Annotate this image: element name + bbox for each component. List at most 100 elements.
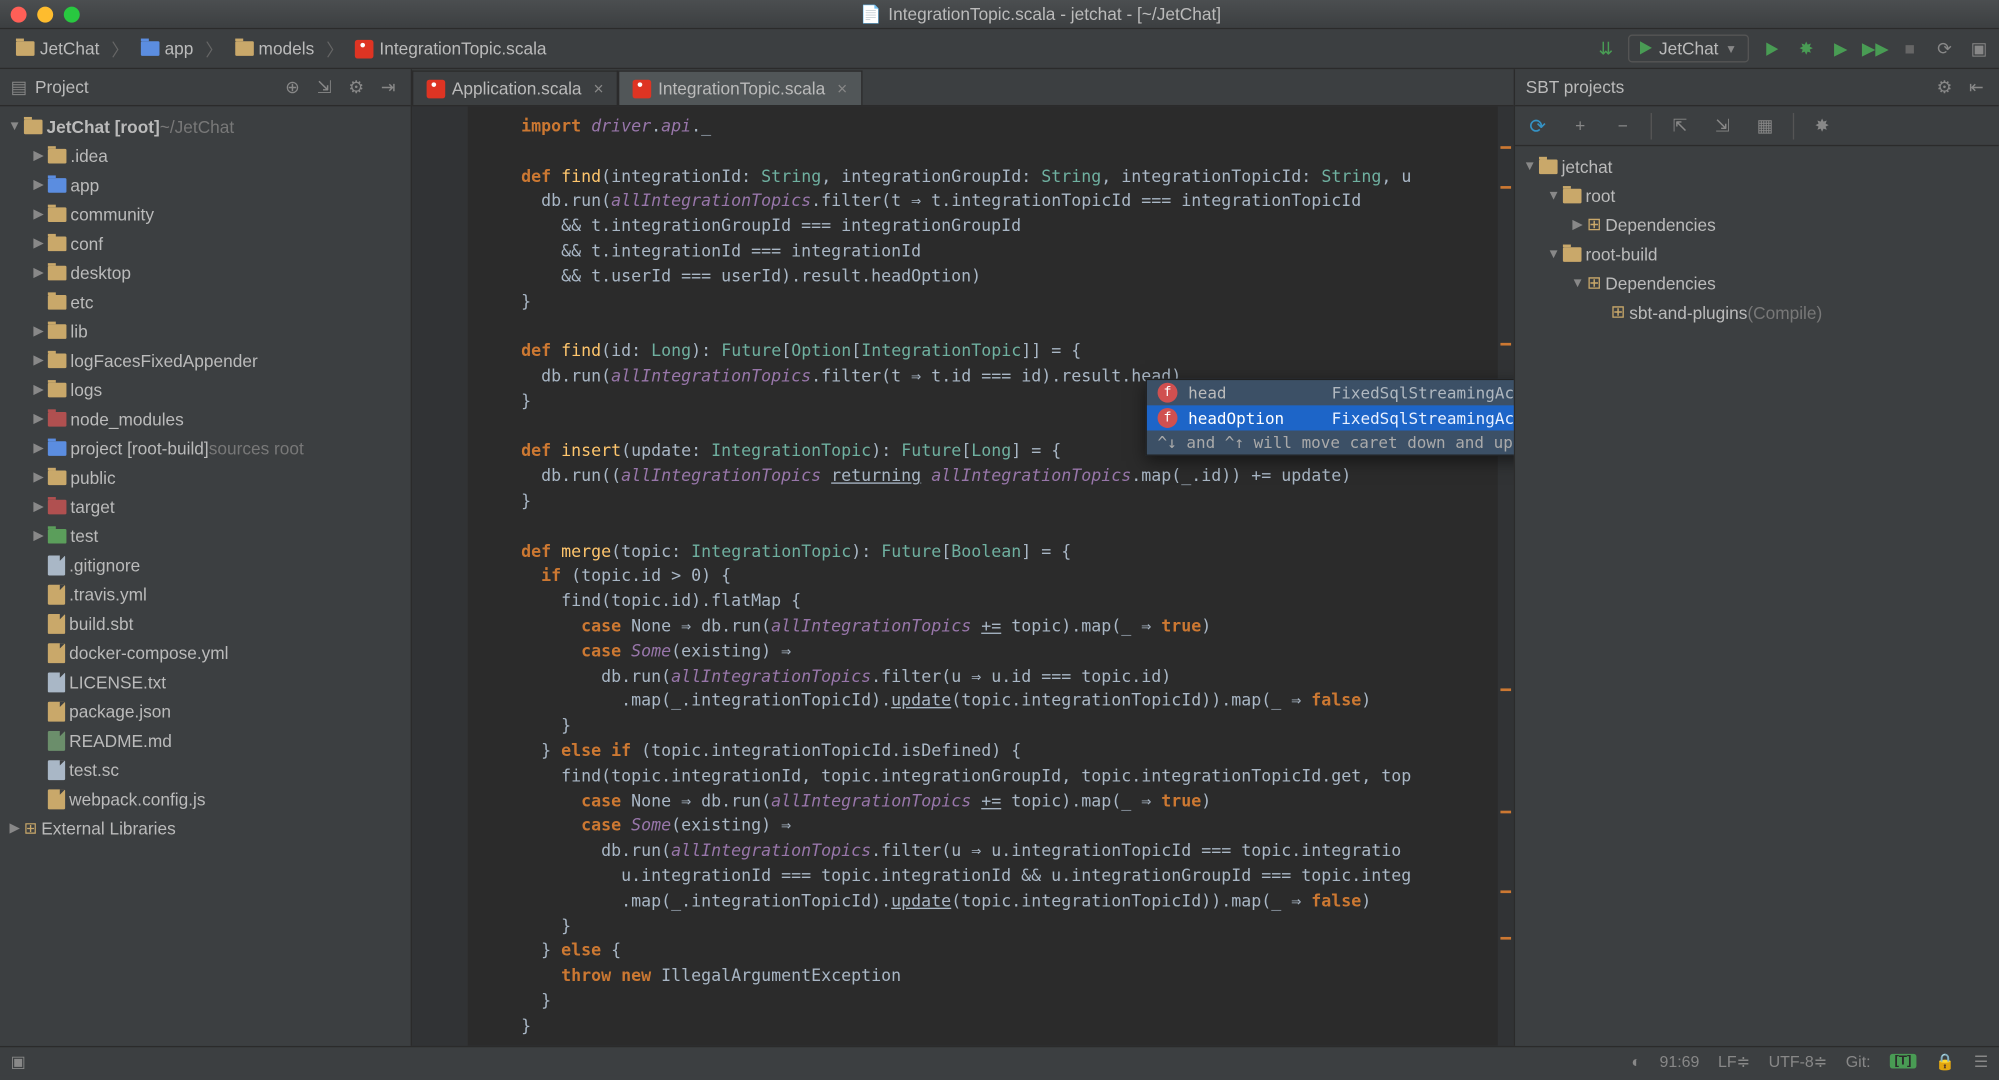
layout-button[interactable]: ▣: [1967, 37, 1991, 61]
code-area[interactable]: import driver.api._ def find(integration…: [412, 106, 1514, 1046]
expander-icon[interactable]: ▶: [29, 470, 48, 485]
hide-icon[interactable]: ⇤: [1964, 75, 1988, 99]
tree-row[interactable]: ▶node_modules: [0, 404, 411, 433]
tree-row[interactable]: ▶target: [0, 492, 411, 521]
expander-icon[interactable]: ▶: [29, 382, 48, 397]
run-config-selector[interactable]: JetChat ▼: [1628, 35, 1749, 63]
zoom-window-icon[interactable]: [64, 6, 80, 22]
tree-row[interactable]: docker-compose.yml: [0, 638, 411, 667]
refresh-icon[interactable]: ⟳: [1523, 111, 1552, 140]
add-icon[interactable]: +: [1566, 111, 1595, 140]
line-separator[interactable]: LF≑: [1718, 1053, 1750, 1072]
tree-row[interactable]: LICENSE.txt: [0, 667, 411, 696]
build-icon[interactable]: ⇊: [1594, 37, 1618, 61]
expander-icon[interactable]: ▼: [1544, 247, 1563, 262]
lock-icon[interactable]: 🔒: [1935, 1053, 1955, 1072]
breadcrumb-segment[interactable]: models: [227, 36, 323, 61]
expander-icon[interactable]: ▼: [5, 119, 24, 134]
expander-icon[interactable]: ▼: [1568, 276, 1587, 291]
editor-tab[interactable]: IntegrationTopic.scala×: [618, 70, 862, 105]
tree-row[interactable]: ▶conf: [0, 229, 411, 258]
tree-row[interactable]: webpack.config.js: [0, 784, 411, 813]
close-tab-icon[interactable]: ×: [837, 78, 847, 98]
settings-icon[interactable]: ✸: [1807, 111, 1836, 140]
tree-row[interactable]: etc: [0, 287, 411, 316]
collapse-icon[interactable]: ⇲: [312, 75, 336, 99]
debug-button[interactable]: ✸: [1794, 37, 1818, 61]
expander-icon[interactable]: ▶: [1568, 217, 1587, 232]
tree-row[interactable]: ▼root: [1515, 181, 1999, 210]
expander-icon[interactable]: ▶: [29, 177, 48, 192]
hide-icon[interactable]: ⇥: [376, 75, 400, 99]
gear-icon[interactable]: ⚙: [1932, 75, 1956, 99]
run-button[interactable]: [1760, 37, 1784, 61]
coverage-button[interactable]: ▶: [1829, 37, 1853, 61]
breadcrumb-segment[interactable]: app: [133, 36, 202, 61]
warning-marker[interactable]: [1500, 937, 1511, 940]
tree-row[interactable]: ▼JetChat [root] ~/JetChat: [0, 112, 411, 141]
gear-icon[interactable]: ⚙: [344, 75, 368, 99]
minimize-window-icon[interactable]: [37, 6, 53, 22]
tree-row[interactable]: ▼root-build: [1515, 239, 1999, 268]
tree-row[interactable]: .gitignore: [0, 550, 411, 579]
tree-row[interactable]: ▶desktop: [0, 258, 411, 287]
expander-icon[interactable]: ▶: [29, 324, 48, 339]
collapse-all-icon[interactable]: ⇲: [1708, 111, 1737, 140]
expander-icon[interactable]: ▶: [29, 148, 48, 163]
expander-icon[interactable]: ▶: [29, 236, 48, 251]
tree-row[interactable]: ▶project [root-build] sources root: [0, 433, 411, 462]
remove-icon[interactable]: −: [1608, 111, 1637, 140]
breadcrumb-segment[interactable]: JetChat: [8, 36, 107, 61]
breadcrumb[interactable]: JetChat〉app〉models〉IntegrationTopic.scal…: [8, 36, 1594, 61]
expander-icon[interactable]: ▼: [1520, 159, 1539, 174]
completion-item[interactable]: f head FixedSqlStreamingAction.this.Resu…: [1147, 380, 1514, 405]
tree-row[interactable]: README.md: [0, 726, 411, 755]
expander-icon[interactable]: ▶: [29, 411, 48, 426]
completion-popup[interactable]: f head FixedSqlStreamingAction.this.Resu…: [1146, 379, 1514, 456]
expander-icon[interactable]: ▶: [5, 821, 24, 836]
tree-row[interactable]: ▶logFacesFixedAppender: [0, 346, 411, 375]
tree-row[interactable]: ▼⊞Dependencies: [1515, 268, 1999, 297]
tree-row[interactable]: ▶⊞External Libraries: [0, 813, 411, 842]
tree-row[interactable]: ▶lib: [0, 316, 411, 345]
tree-row[interactable]: test.sc: [0, 755, 411, 784]
tree-row[interactable]: ▶.idea: [0, 141, 411, 170]
tree-row[interactable]: ▶⊞Dependencies: [1515, 210, 1999, 239]
tree-row[interactable]: ▼jetchat: [1515, 152, 1999, 181]
expander-icon[interactable]: ▼: [1544, 188, 1563, 203]
reload-button[interactable]: ⟳: [1932, 37, 1956, 61]
tree-row[interactable]: ▶app: [0, 170, 411, 199]
close-window-icon[interactable]: [11, 6, 27, 22]
tree-row[interactable]: ▶logs: [0, 375, 411, 404]
hector-icon[interactable]: ☰: [1974, 1053, 1988, 1072]
caret-position[interactable]: 91:69: [1659, 1053, 1699, 1072]
breadcrumb-segment[interactable]: IntegrationTopic.scala: [348, 36, 555, 61]
status-left-icon[interactable]: ▣: [11, 1053, 26, 1072]
tree-row[interactable]: ⊞sbt-and-plugins (Compile): [1515, 298, 1999, 327]
file-encoding[interactable]: UTF-8≑: [1769, 1053, 1828, 1072]
warning-marker[interactable]: [1500, 343, 1511, 346]
project-tree[interactable]: ▼JetChat [root] ~/JetChat▶.idea▶app▶comm…: [0, 106, 411, 1046]
close-tab-icon[interactable]: ×: [593, 78, 603, 98]
indexing-badge[interactable]: [T]: [1889, 1055, 1917, 1070]
warning-marker[interactable]: [1500, 186, 1511, 189]
code-content[interactable]: import driver.api._ def find(integration…: [468, 106, 1514, 1046]
expander-icon[interactable]: ▶: [29, 353, 48, 368]
warning-marker[interactable]: [1500, 688, 1511, 691]
expander-icon[interactable]: ▶: [29, 441, 48, 456]
expander-icon[interactable]: ▶: [29, 528, 48, 543]
memory-indicator-icon[interactable]: ◐: [1631, 1053, 1641, 1072]
profile-button[interactable]: ▶▶: [1863, 37, 1887, 61]
editor-tab[interactable]: Application.scala×: [412, 70, 618, 105]
tree-row[interactable]: ▶public: [0, 462, 411, 491]
warning-marker[interactable]: [1500, 811, 1511, 814]
warning-marker[interactable]: [1500, 146, 1511, 149]
tree-row[interactable]: ▶community: [0, 199, 411, 228]
tree-row[interactable]: .travis.yml: [0, 579, 411, 608]
error-stripe[interactable]: [1498, 106, 1514, 1046]
tree-row[interactable]: ▶test: [0, 521, 411, 550]
git-branch[interactable]: Git:: [1846, 1053, 1871, 1072]
expander-icon[interactable]: ▶: [29, 207, 48, 222]
sbt-tree[interactable]: ▼jetchat▼root▶⊞Dependencies▼root-build▼⊞…: [1515, 146, 1999, 1046]
tree-row[interactable]: package.json: [0, 696, 411, 725]
